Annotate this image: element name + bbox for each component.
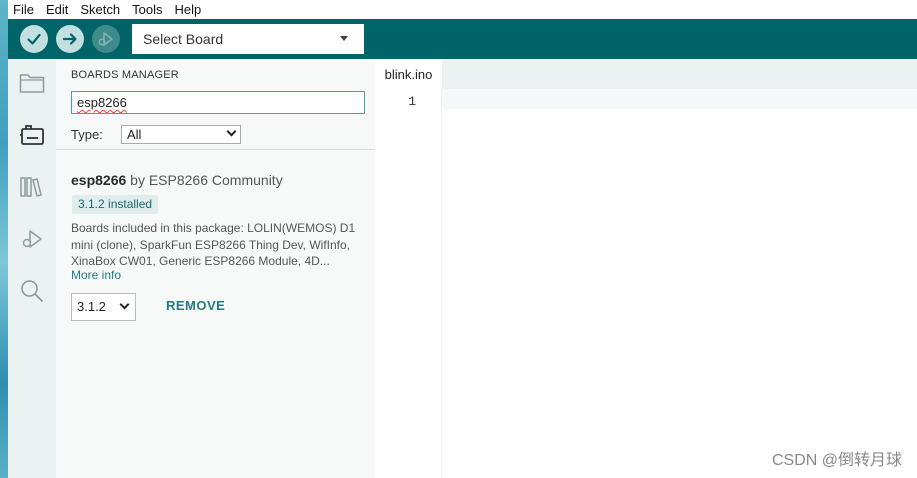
- type-filter-value: All: [127, 127, 142, 142]
- package-author: by ESP8266 Community: [130, 172, 283, 188]
- search-icon: [21, 280, 43, 302]
- menu-help[interactable]: Help: [168, 0, 207, 19]
- verify-button[interactable]: [20, 25, 48, 53]
- menu-edit[interactable]: Edit: [40, 0, 74, 19]
- divider: [56, 149, 375, 150]
- library-icon: [20, 177, 42, 197]
- watermark: CSDN @倒转月球: [771, 452, 902, 469]
- chevron-down-icon: [119, 299, 130, 310]
- package-name: esp8266: [71, 172, 127, 188]
- board-select-label: Select Board: [143, 31, 224, 47]
- type-filter-label: Type:: [71, 127, 103, 142]
- editor-area: blink.ino 1: [375, 59, 917, 478]
- more-info-link[interactable]: More info: [71, 268, 121, 282]
- sidebar-search[interactable]: [18, 277, 46, 305]
- caret-down-icon: [340, 36, 348, 41]
- panel-title: BOARDS MANAGER: [71, 69, 179, 81]
- arduino-ide-window: File Edit Sketch Tools Help Select Board: [8, 0, 917, 478]
- upload-button[interactable]: [56, 25, 84, 53]
- menu-sketch[interactable]: Sketch: [74, 0, 126, 19]
- boards-manager-panel: BOARDS MANAGER esp8266 Type: All esp8266…: [56, 59, 375, 478]
- activity-sidebar: [8, 59, 56, 478]
- folder-icon: [19, 74, 45, 93]
- sidebar-library-manager[interactable]: [18, 173, 46, 201]
- debug-icon: [22, 230, 42, 248]
- sidebar-debug[interactable]: [18, 225, 46, 253]
- remove-button[interactable]: REMOVE: [166, 298, 225, 313]
- tab-blink-ino[interactable]: blink.ino: [375, 59, 442, 89]
- installed-badge: 3.1.2 installed: [72, 195, 159, 214]
- debug-icon: [98, 32, 113, 46]
- menu-bar: File Edit Sketch Tools Help: [8, 0, 917, 19]
- desktop-background: [0, 0, 8, 478]
- chevron-down-icon: [226, 126, 237, 137]
- line-number-gutter: 1: [375, 89, 442, 478]
- boards-search-input[interactable]: esp8266: [71, 91, 365, 114]
- debug-button[interactable]: [92, 25, 120, 53]
- menu-file[interactable]: File: [8, 0, 40, 19]
- package-description: Boards included in this package: LOLIN(W…: [71, 221, 356, 268]
- version-select[interactable]: 3.1.2: [71, 293, 136, 321]
- type-filter-select[interactable]: All: [121, 125, 241, 144]
- version-value: 3.1.2: [77, 299, 106, 314]
- search-value: esp8266: [77, 95, 127, 110]
- sidebar-boards-manager[interactable]: [18, 121, 46, 149]
- checkmark-icon: [27, 33, 41, 45]
- sidebar-sketchbook[interactable]: [18, 69, 46, 97]
- menu-tools[interactable]: Tools: [126, 0, 168, 19]
- boards-manager-icon: [20, 125, 44, 145]
- toolbar: Select Board: [8, 19, 917, 59]
- package-title: esp8266 by ESP8266 Community: [71, 172, 283, 188]
- editor-tab-bar: blink.ino: [375, 59, 917, 89]
- code-editor-current-line[interactable]: [442, 89, 917, 109]
- arrow-right-icon: [62, 33, 77, 45]
- board-select-dropdown[interactable]: Select Board: [132, 24, 364, 54]
- line-number: 1: [408, 94, 416, 109]
